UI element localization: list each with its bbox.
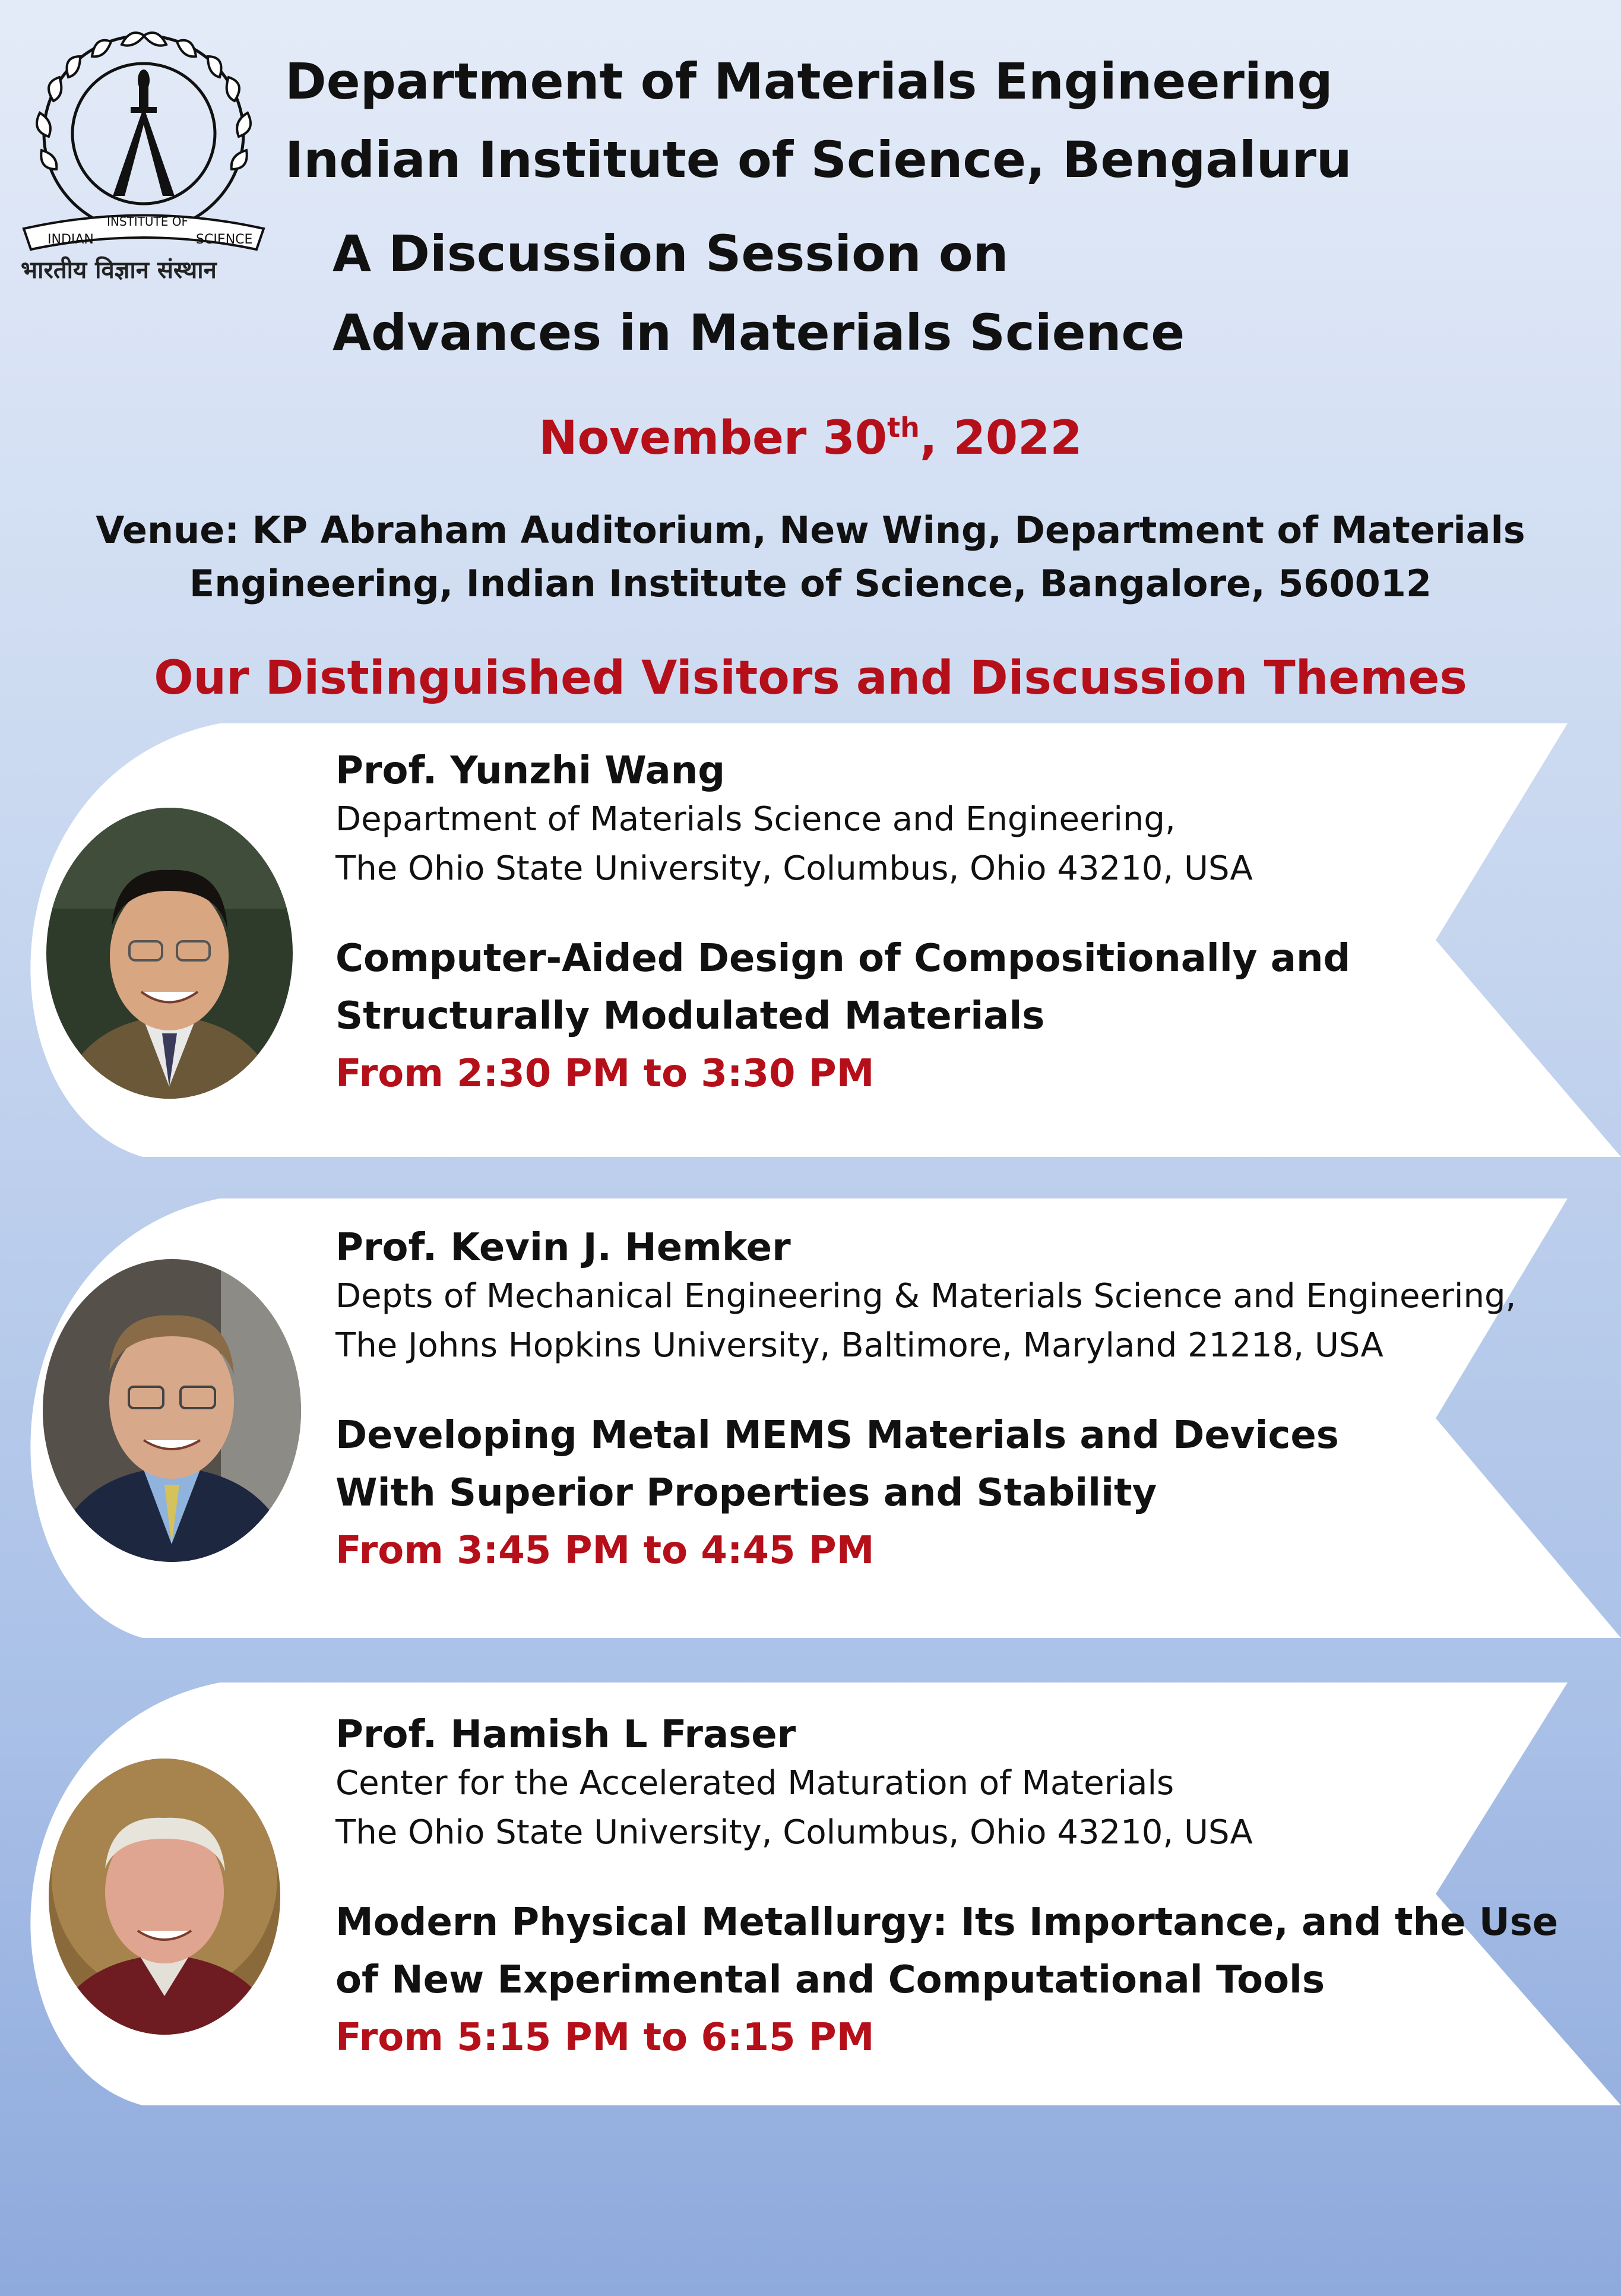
iisc-logo: INDIAN INSTITUTE OF SCIENCE xyxy=(22,31,265,251)
speaker-affiliation: Depts of Mechanical Engineering & Materi… xyxy=(335,1277,1516,1315)
talk-time: From 3:45 PM to 4:45 PM xyxy=(335,1529,875,1573)
talk-time: From 5:15 PM to 6:15 PM xyxy=(335,2016,875,2060)
speaker-card: Prof. Kevin J. Hemker Depts of Mechanica… xyxy=(0,1198,1621,1638)
logo-ring-text: INDIAN xyxy=(48,232,94,247)
talk-title: With Superior Properties and Stability xyxy=(335,1471,1157,1515)
speaker-affiliation: The Johns Hopkins University, Baltimore,… xyxy=(335,1326,1383,1365)
logo-ring-text: SCIENCE xyxy=(196,232,252,247)
speaker-affiliation: The Ohio State University, Columbus, Ohi… xyxy=(335,849,1253,888)
poster: INDIAN INSTITUTE OF SCIENCE भारतीय विज्ञ… xyxy=(0,0,1621,2296)
speaker-name: Prof. Yunzhi Wang xyxy=(335,749,726,793)
logo-hindi-text: भारतीय विज्ञान संस्थान xyxy=(21,257,217,284)
themes-heading: Our Distinguished Visitors and Discussio… xyxy=(154,652,1467,705)
speaker-photo xyxy=(46,808,293,1099)
event-date: November 30th, 2022 xyxy=(539,412,1082,465)
session-title-line2: Advances in Materials Science xyxy=(333,303,1185,362)
speaker-name: Prof. Kevin J. Hemker xyxy=(335,1226,791,1270)
talk-title: of New Experimental and Computational To… xyxy=(335,1958,1325,2002)
speaker-name: Prof. Hamish L Fraser xyxy=(335,1713,796,1757)
talk-title: Structurally Modulated Materials xyxy=(335,994,1045,1038)
speaker-card: Prof. Hamish L Fraser Center for the Acc… xyxy=(0,1683,1621,2105)
session-title-line1: A Discussion Session on xyxy=(333,224,1009,283)
talk-title: Computer-Aided Design of Compositionally… xyxy=(335,937,1351,981)
talk-title: Modern Physical Metallurgy: Its Importan… xyxy=(335,1900,1559,1944)
speaker-photo xyxy=(43,1259,301,1562)
department-title: Department of Materials Engineering xyxy=(285,52,1333,110)
talk-title: Developing Metal MEMS Materials and Devi… xyxy=(335,1413,1339,1457)
speaker-card: Prof. Yunzhi Wang Department of Material… xyxy=(0,723,1621,1157)
talk-time: From 2:30 PM to 3:30 PM xyxy=(335,1052,875,1096)
logo-ring-text: INSTITUTE OF xyxy=(107,214,188,229)
speaker-info: Prof. Yunzhi Wang Department of Material… xyxy=(335,747,1350,1103)
speaker-affiliation: The Ohio State University, Columbus, Ohi… xyxy=(335,1813,1253,1852)
speaker-affiliation: Department of Materials Science and Engi… xyxy=(335,800,1176,839)
speaker-info: Prof. Kevin J. Hemker Depts of Mechanica… xyxy=(335,1224,1516,1580)
speaker-affiliation: Center for the Accelerated Maturation of… xyxy=(335,1764,1174,1802)
venue-line2: Engineering, Indian Institute of Science… xyxy=(189,562,1432,605)
speaker-info: Prof. Hamish L Fraser Center for the Acc… xyxy=(335,1711,1558,2067)
institute-title: Indian Institute of Science, Bengaluru xyxy=(285,131,1352,189)
speaker-photo xyxy=(49,1759,280,2035)
